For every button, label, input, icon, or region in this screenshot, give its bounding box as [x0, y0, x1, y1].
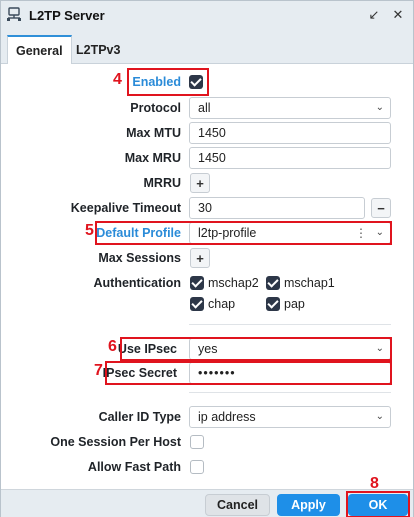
caller-id-type-label: Caller ID Type [98, 410, 181, 424]
authentication-label: Authentication [93, 276, 182, 290]
tab-general[interactable]: General [7, 35, 72, 65]
mschap2-label: mschap2 [208, 276, 259, 290]
tab-l2tpv3[interactable]: L2TPv3 [68, 35, 128, 64]
use-ipsec-select[interactable]: yes ⌄ [189, 338, 391, 360]
default-profile-value: l2tp-profile [198, 226, 257, 240]
max-sessions-label: Max Sessions [98, 251, 181, 265]
keepalive-row: Keepalive Timeout 30 − [1, 197, 413, 219]
default-profile-label: Default Profile [96, 226, 181, 240]
mrru-label: MRRU [143, 176, 182, 190]
menu-icon[interactable]: ⋮ [355, 223, 367, 243]
enabled-checkbox[interactable] [189, 75, 203, 89]
default-profile-select[interactable]: l2tp-profile ⋮ ⌄ [189, 222, 391, 244]
use-ipsec-row: Use IPsec yes ⌄ [1, 338, 413, 360]
one-session-checkbox[interactable] [190, 435, 204, 449]
ipsec-secret-label: IPsec Secret [102, 366, 177, 380]
max-sessions-row: Max Sessions + [1, 247, 413, 269]
use-ipsec-value: yes [198, 342, 218, 356]
allow-fast-path-checkbox[interactable] [190, 460, 204, 474]
mschap2-checkbox[interactable] [190, 276, 204, 290]
chevron-down-icon: ⌄ [375, 102, 384, 113]
annotation-number-4: 4 [113, 71, 122, 88]
tab-bar: General L2TPv3 [1, 29, 413, 65]
default-profile-row: Default Profile l2tp-profile ⋮ ⌄ [1, 222, 413, 244]
use-ipsec-label: Use IPsec [117, 342, 177, 356]
keepalive-remove-button[interactable]: − [371, 198, 391, 218]
keepalive-label: Keepalive Timeout [70, 201, 181, 215]
mrru-row: MRRU + [1, 172, 413, 194]
dialog-footer: Cancel Apply OK [1, 489, 413, 517]
mschap1-checkbox[interactable] [266, 276, 280, 290]
chevron-down-icon: ⌄ [375, 343, 384, 354]
title-bar: L2TP Server ↙ ✕ [1, 1, 413, 29]
network-icon [7, 7, 21, 21]
caller-id-type-value: ip address [198, 410, 256, 424]
max-mru-label: Max MRU [124, 151, 181, 165]
chap-checkbox[interactable] [190, 297, 204, 311]
ok-button[interactable]: OK [348, 494, 408, 516]
annotation-number-5: 5 [85, 222, 94, 239]
enabled-row: Enabled [1, 71, 413, 93]
annotation-number-7: 7 [94, 362, 103, 379]
pap-label: pap [284, 297, 305, 311]
max-mtu-input[interactable]: 1450 [189, 122, 391, 144]
apply-button[interactable]: Apply [277, 494, 340, 516]
chevron-down-icon: ⌄ [375, 227, 384, 238]
window-title: L2TP Server [29, 7, 105, 23]
one-session-row: One Session Per Host [1, 431, 413, 453]
pap-checkbox[interactable] [266, 297, 280, 311]
annotation-number-6: 6 [108, 338, 117, 355]
divider [189, 324, 391, 325]
keepalive-input[interactable]: 30 [189, 197, 365, 219]
max-mtu-label: Max MTU [126, 126, 181, 140]
close-icon[interactable]: ✕ [389, 6, 407, 24]
one-session-label: One Session Per Host [50, 435, 181, 449]
cancel-button[interactable]: Cancel [205, 494, 270, 516]
enabled-label: Enabled [132, 75, 181, 89]
max-sessions-add-button[interactable]: + [190, 248, 210, 268]
divider [189, 392, 391, 393]
l2tp-server-window: L2TP Server ↙ ✕ General L2TPv3 Enabled P… [0, 0, 414, 517]
ipsec-secret-input[interactable]: ••••••• [189, 362, 391, 384]
mrru-add-button[interactable]: + [190, 173, 210, 193]
protocol-row: Protocol all ⌄ [1, 97, 413, 119]
protocol-label: Protocol [130, 101, 181, 115]
protocol-value: all [198, 101, 211, 115]
authentication-row: Authentication mschap2 mschap1 [1, 272, 413, 294]
ipsec-secret-row: IPsec Secret ••••••• [1, 362, 413, 384]
general-form: Enabled Protocol all ⌄ Max MTU 1450 Max … [1, 64, 413, 492]
authentication-row-2: chap pap [1, 293, 413, 315]
restore-icon[interactable]: ↙ [365, 6, 383, 24]
caller-id-type-select[interactable]: ip address ⌄ [189, 406, 391, 428]
allow-fast-path-label: Allow Fast Path [87, 460, 181, 474]
max-mtu-row: Max MTU 1450 [1, 122, 413, 144]
caller-id-type-row: Caller ID Type ip address ⌄ [1, 406, 413, 428]
chevron-down-icon: ⌄ [375, 411, 384, 422]
mschap1-label: mschap1 [284, 276, 335, 290]
max-mru-row: Max MRU 1450 [1, 147, 413, 169]
allow-fast-path-row: Allow Fast Path [1, 456, 413, 478]
chap-label: chap [208, 297, 236, 311]
max-mru-input[interactable]: 1450 [189, 147, 391, 169]
protocol-select[interactable]: all ⌄ [189, 97, 391, 119]
